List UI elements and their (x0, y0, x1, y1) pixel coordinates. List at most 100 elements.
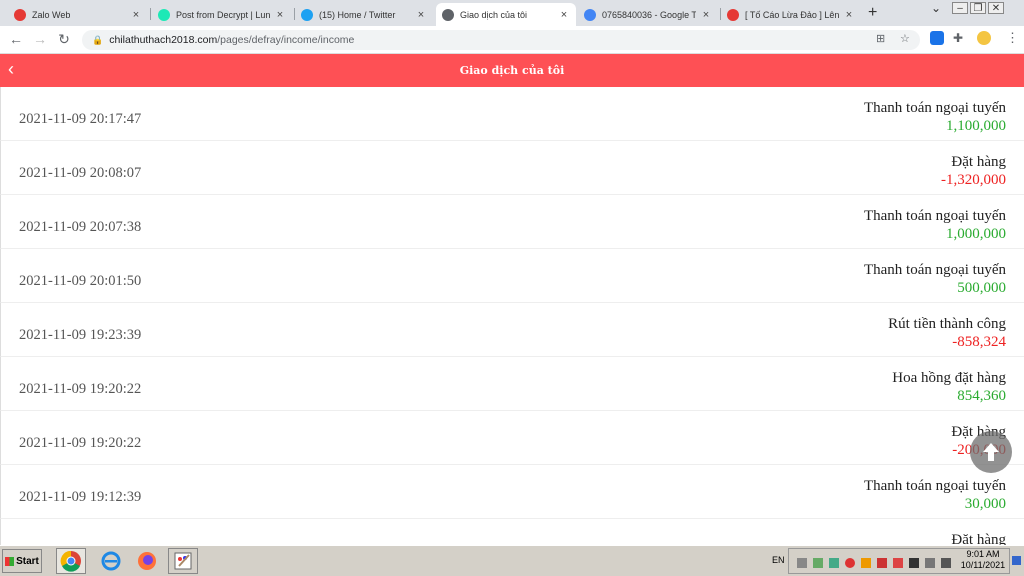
browser-tab[interactable]: [ Tố Cáo Lừa Đảo ] Lên Tr × (721, 3, 861, 26)
transaction-row[interactable]: 2021-11-09 20:17:47 Thanh toán ngoại tuyế… (0, 87, 1024, 141)
transaction-amount: 1,100,000 (946, 118, 1006, 134)
tab-close-icon[interactable]: × (415, 9, 427, 21)
transaction-date: 2021-11-09 19:12:39 (19, 489, 142, 505)
tab-close-icon[interactable]: × (130, 9, 142, 21)
show-desktop-icon[interactable] (1012, 556, 1021, 565)
windows-taskbar: Start EN 9:01 AM 10/11/2021 (0, 545, 1024, 576)
start-button[interactable]: Start (2, 549, 42, 573)
volume-icon[interactable] (941, 558, 951, 568)
tab-label: Post from Decrypt | Luna (176, 9, 270, 20)
lock-icon: 🔒 (92, 34, 104, 45)
clock-date[interactable]: 10/11/2021 (958, 560, 1008, 570)
transaction-row[interactable]: 2021-11-09 19:23:39 Rút tiền thành công -8… (0, 303, 1024, 357)
browser-toolbar: ← → ↻ 🔒 chilathuthach2018.com/pages/defr… (0, 26, 1024, 54)
globe-icon (442, 8, 454, 21)
transaction-row[interactable]: 2021-11-09 20:01:50 Thanh toán ngoại tuyế… (0, 249, 1024, 303)
browser-tab[interactable]: Zalo Web × (8, 3, 148, 26)
transaction-list: 2021-11-09 20:17:47 Thanh toán ngoại tuyế… (0, 87, 1024, 545)
transaction-date: 2021-11-09 20:07:38 (19, 219, 142, 235)
lock-red-icon (727, 8, 739, 21)
app-tray-icon[interactable] (845, 558, 855, 568)
tab-label: Giao dịch của tôi (460, 9, 528, 20)
extension-download-icon[interactable] (930, 31, 944, 45)
language-indicator[interactable]: EN (772, 555, 785, 565)
transaction-date: 2021-11-09 20:01:50 (19, 273, 142, 289)
transaction-row[interactable]: 2021-11-09 20:07:38 Thanh toán ngoại tuyế… (0, 195, 1024, 249)
close-window-button[interactable]: ✕ (988, 2, 1004, 14)
twitter-icon (301, 8, 313, 21)
restore-button[interactable]: ❐ (970, 2, 986, 14)
google-icon (584, 8, 596, 21)
antivirus-icon[interactable] (877, 558, 887, 568)
tab-label: (15) Home / Twitter (319, 9, 396, 20)
security-icon[interactable] (829, 558, 839, 568)
transaction-type: Thanh toán ngoại tuyến (863, 262, 1006, 278)
tab-label: [ Tố Cáo Lừa Đảo ] Lên Tr (745, 9, 839, 20)
transaction-amount: -1,320,000 (941, 172, 1006, 188)
transaction-date: 2021-11-09 19:20:22 (19, 435, 142, 451)
tab-close-icon[interactable]: × (274, 9, 286, 21)
page-title: Giao dịch của tôi (459, 64, 565, 77)
transaction-amount: -858,324 (952, 334, 1006, 350)
back-arrow-icon[interactable]: ← (8, 31, 24, 47)
browser-tab[interactable]: (15) Home / Twitter × (295, 3, 433, 26)
transaction-row[interactable]: 2021-11-09 19:20:22Đặt hàng-200,000 (0, 411, 1024, 465)
browser-tab[interactable]: Post from Decrypt | Luna × (152, 3, 292, 26)
transaction-row[interactable]: Đặt hàng (0, 519, 1024, 545)
decrypt-icon (158, 8, 170, 21)
tab-search-icon[interactable]: ⌄ (928, 1, 944, 15)
tab-label: Zalo Web (32, 9, 71, 20)
tab-close-icon[interactable]: × (843, 9, 855, 21)
windows-logo-icon (5, 556, 15, 566)
transaction-amount: 500,000 (957, 280, 1006, 296)
browser-tab[interactable]: 0765840036 - Google Tìm × (578, 3, 718, 26)
printer-icon[interactable] (925, 558, 935, 568)
v-app-icon[interactable] (893, 558, 903, 568)
transaction-type: Thanh toán ngoại tuyến (863, 100, 1006, 116)
start-label: Start (16, 555, 39, 567)
translate-icon[interactable]: ⊞ (876, 32, 885, 45)
browser-tab-strip: Zalo Web × Post from Decrypt | Luna × (15) H… (0, 0, 1024, 26)
device-icon[interactable] (909, 558, 919, 568)
transaction-row[interactable]: 2021-11-09 19:12:39 Thanh toán ngoại tuyế… (0, 465, 1024, 519)
transaction-type: Đặt hàng (951, 532, 1006, 545)
profile-avatar-icon[interactable] (977, 31, 991, 45)
transaction-type: Thanh toán ngoại tuyến (863, 208, 1006, 224)
transaction-type: Đặt hàng (951, 154, 1006, 170)
transaction-type: Rút tiền thành công (888, 316, 1006, 332)
transaction-type: Hoa hồng đặt hàng (892, 370, 1006, 386)
scroll-to-top-button[interactable] (970, 431, 1012, 473)
signal-icon[interactable] (813, 558, 823, 568)
tab-separator (150, 8, 151, 20)
tab-close-icon[interactable]: × (700, 9, 712, 21)
extensions-puzzle-icon[interactable]: ✚ (953, 31, 963, 45)
reload-icon[interactable]: ↻ (56, 31, 72, 48)
url-host: chilathuthach2018.com (109, 34, 218, 46)
chrome-taskbar-icon[interactable] (56, 548, 86, 574)
transaction-amount: 1,000,000 (946, 226, 1006, 242)
forward-arrow-icon[interactable]: → (32, 31, 48, 47)
bookmark-star-icon[interactable]: ☆ (900, 32, 910, 45)
transaction-type: Thanh toán ngoại tuyến (863, 478, 1006, 494)
tab-label: 0765840036 - Google Tìm (602, 9, 696, 20)
transaction-row[interactable]: 2021-11-09 20:08:07 Đặt hàng -1,320,000 (0, 141, 1024, 195)
browser-tab[interactable]: Giao dịch của tôi × (436, 3, 576, 26)
menu-dots-icon[interactable]: ⋮ (1006, 30, 1019, 46)
lock-tray-icon[interactable] (861, 558, 871, 568)
internet-explorer-icon[interactable] (96, 548, 126, 574)
tab-close-icon[interactable]: × (558, 9, 570, 21)
transaction-date: 2021-11-09 19:23:39 (19, 327, 142, 343)
minimize-button[interactable]: – (952, 2, 968, 14)
new-tab-button[interactable]: + (868, 4, 877, 22)
address-bar[interactable]: 🔒 chilathuthach2018.com/pages/defray/inc… (82, 30, 920, 50)
transaction-date: 2021-11-09 20:08:07 (19, 165, 142, 181)
network-icon[interactable] (797, 558, 807, 568)
clock-time[interactable]: 9:01 AM (958, 549, 1008, 559)
firefox-icon[interactable] (132, 548, 162, 574)
transaction-amount: 30,000 (964, 496, 1006, 512)
paint-icon[interactable] (168, 548, 198, 574)
transaction-row[interactable]: 2021-11-09 19:20:22 Hoa hồng đặt hàng 854,… (0, 357, 1024, 411)
zalo-icon (14, 8, 26, 21)
transaction-date: 2021-11-09 19:20:22 (19, 381, 142, 397)
arrow-up-icon (983, 443, 999, 461)
